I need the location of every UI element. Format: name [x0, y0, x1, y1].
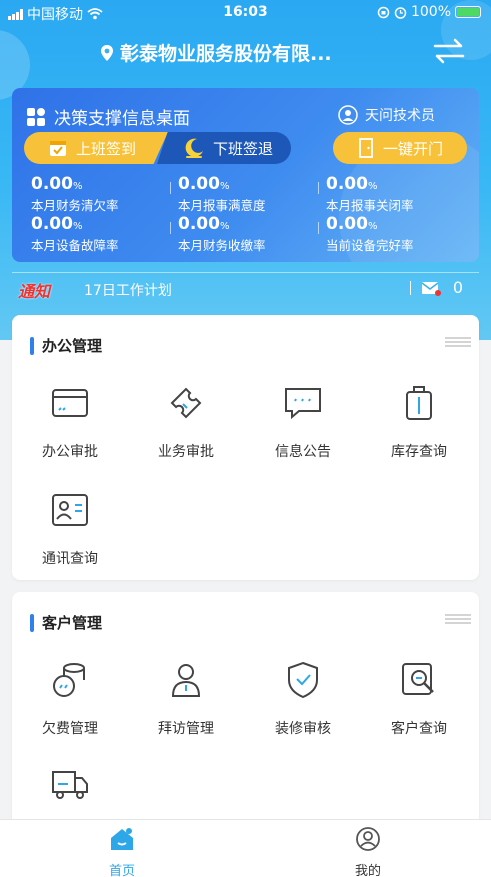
grid-item-renovation[interactable]: 装修审核 — [245, 660, 361, 738]
shield-check-icon — [288, 661, 318, 699]
drag-handle-icon[interactable] — [445, 337, 471, 347]
company-title: 彰泰物业服务股份有限... — [120, 43, 332, 65]
battery-percent: 100% — [410, 4, 451, 20]
stat-finance-recovery: 0.00% 本月财务清欠率 — [31, 174, 119, 213]
status-bar: 中国移动 16:03 100% — [0, 0, 491, 26]
luggage-icon — [406, 386, 432, 420]
alarm-icon — [394, 6, 407, 19]
customer-card: 客户管理 欠费管理 拜访管理 装修审核 客户查询 — [12, 592, 479, 832]
grid-blocks-icon — [27, 107, 45, 126]
mail-icon[interactable] — [421, 280, 441, 296]
title-bar: 彰泰物业服务股份有限... — [0, 34, 491, 70]
message-count: 0 — [452, 278, 463, 297]
checkin-button[interactable]: 上班签到 — [24, 132, 168, 164]
grid-item-office-approval[interactable]: 办公审批 — [12, 383, 128, 461]
checkout-button[interactable]: 下班签退 — [157, 132, 291, 164]
office-card: 办公管理 办公审批 业务审批 信息公告 库存查询 通讯查询 — [12, 315, 479, 580]
grid-item-arrears[interactable]: 欠费管理 — [12, 660, 128, 738]
stat-equipment-failure: 0.00% 本月设备故障率 — [31, 214, 119, 253]
stat-report-close: 0.00% 本月报事关闭率 — [326, 174, 414, 213]
grid-item-announcement[interactable]: 信息公告 — [245, 383, 361, 461]
stat-equipment-good: 0.00% 当前设备完好率 — [326, 214, 414, 253]
calendar-check-icon — [50, 141, 66, 156]
open-door-button[interactable]: 一键开门 — [333, 132, 467, 164]
notice-text[interactable]: 17日工作计划 — [84, 280, 172, 300]
section-title: 办公管理 — [30, 335, 102, 356]
grid-item-inventory[interactable]: 库存查询 — [361, 383, 477, 461]
notice-bar[interactable]: 通知 17日工作计划 0 — [12, 272, 479, 304]
truck-icon — [52, 771, 88, 799]
tab-home[interactable]: 首页 — [62, 826, 182, 877]
user-avatar-icon — [338, 105, 358, 125]
stat-finance-collection: 0.00% 本月财务收缴率 — [178, 214, 266, 253]
grid-item-visit[interactable]: 拜访管理 — [128, 660, 244, 738]
search-doc-icon — [402, 663, 434, 695]
tab-mine[interactable]: 我的 — [308, 826, 428, 877]
battery-icon — [455, 6, 481, 18]
message-icon — [285, 388, 321, 420]
stat-report-satisfaction: 0.00% 本月报事满意度 — [178, 174, 266, 213]
company-selector[interactable]: 彰泰物业服务股份有限... — [100, 39, 332, 66]
user-info[interactable]: 天问技术员 — [338, 105, 435, 125]
ticket-icon — [170, 387, 202, 419]
lock-rotation-icon — [377, 6, 390, 18]
section-title: 客户管理 — [30, 612, 102, 633]
bottom-tab-bar: 首页 我的 — [0, 819, 491, 877]
user-circle-icon — [356, 827, 380, 851]
door-icon — [359, 138, 373, 158]
notice-logo: 通知 — [18, 282, 51, 301]
decision-panel: 决策支撑信息桌面 天问技术员 上班签到 下班签退 一键开门 0.00% 本月财务… — [12, 88, 479, 262]
grid-item-contacts[interactable]: 通讯查询 — [12, 490, 128, 568]
hero-background: 中国移动 16:03 100% 彰泰物业服务股份有限... 决策支撑信息桌面 天… — [0, 0, 491, 340]
contact-card-icon — [52, 494, 88, 526]
drag-handle-icon[interactable] — [445, 614, 471, 624]
swap-arrows-icon[interactable] — [431, 36, 467, 66]
grid-item-truck[interactable] — [12, 764, 128, 822]
grid-item-customer-query[interactable]: 客户查询 — [361, 660, 477, 738]
person-icon — [171, 664, 201, 697]
panel-title: 决策支撑信息桌面 — [26, 104, 190, 129]
card-icon — [52, 389, 88, 417]
location-pin-icon — [101, 44, 113, 61]
home-icon — [111, 828, 133, 850]
grid-item-business-approval[interactable]: 业务审批 — [128, 383, 244, 461]
user-name: 天问技术员 — [365, 108, 435, 124]
coins-icon — [53, 663, 85, 697]
moon-icon — [185, 138, 203, 158]
